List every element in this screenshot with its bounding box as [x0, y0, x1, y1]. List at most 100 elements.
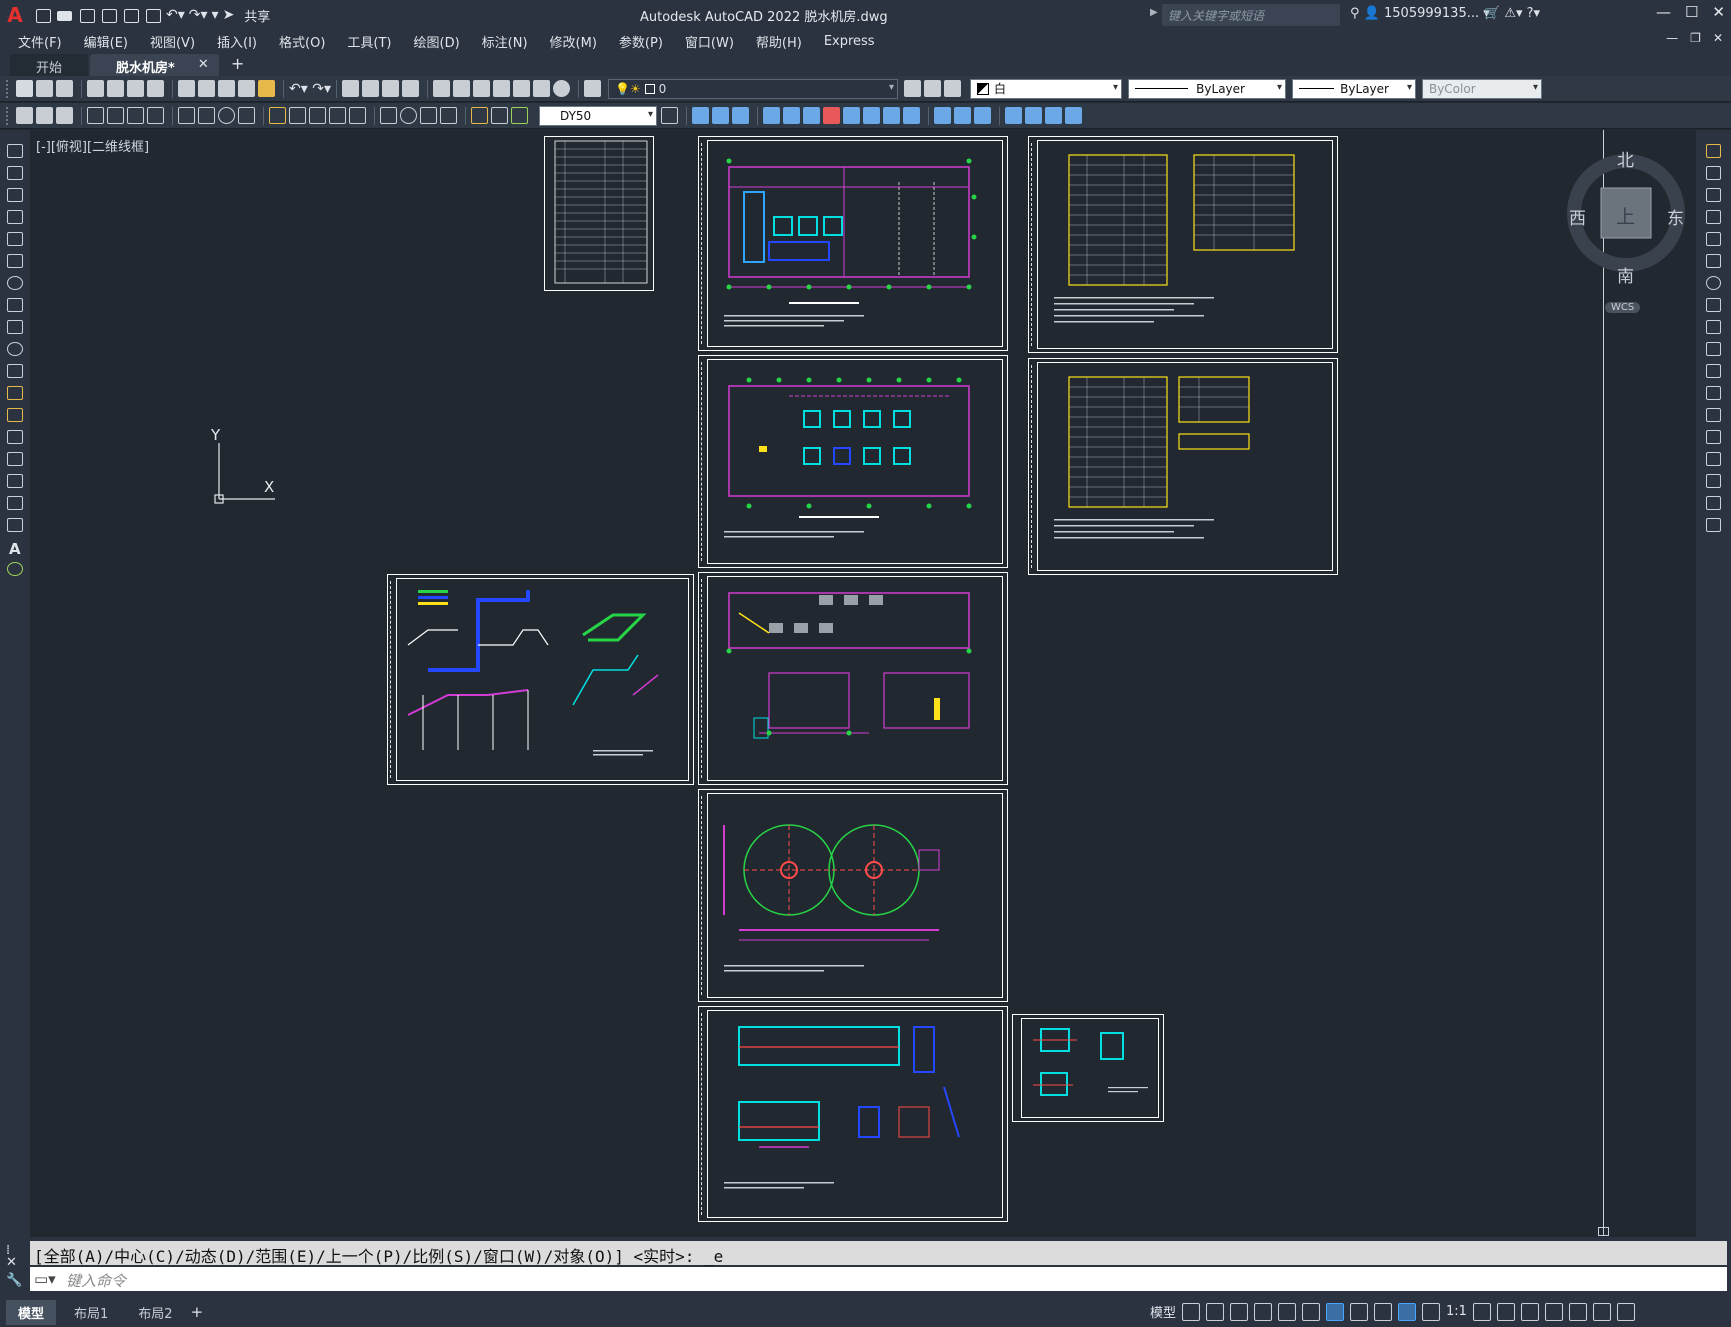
command-input[interactable]: ▭▾ 键入命令 — [30, 1267, 1727, 1291]
explode-icon[interactable] — [1706, 518, 1721, 532]
baseline-dim-icon[interactable] — [289, 107, 306, 124]
blend-curves-icon[interactable] — [1706, 496, 1721, 510]
help-toolbar-icon[interactable] — [552, 80, 570, 97]
quick-properties-icon[interactable] — [1544, 1302, 1563, 1321]
dim-style-icon[interactable] — [56, 107, 73, 124]
color-dropdown[interactable]: 白 ▾ — [969, 78, 1122, 99]
block-editor-icon[interactable] — [258, 80, 275, 97]
customize-command-icon[interactable]: 🔧 — [6, 1273, 22, 1288]
hardware-acceleration-icon[interactable] — [1568, 1302, 1587, 1321]
save-icon[interactable] — [56, 80, 73, 97]
dim-text-edit-icon[interactable] — [491, 107, 508, 124]
command-prompt-icon[interactable]: ▭▾ — [34, 1270, 56, 1288]
object-snap-icon[interactable] — [1326, 1302, 1345, 1321]
erase-icon[interactable] — [1706, 144, 1721, 158]
construction-line-icon[interactable] — [7, 166, 23, 180]
table-icon[interactable] — [7, 518, 23, 532]
command-close-icon[interactable]: ✕ — [6, 1255, 17, 1270]
dim-edit-icon[interactable] — [471, 107, 488, 124]
ortho-icon[interactable] — [1230, 1302, 1249, 1321]
ungroup-icon[interactable] — [1065, 107, 1082, 124]
dim-update-2-icon[interactable] — [511, 107, 528, 124]
spline-icon[interactable] — [7, 320, 23, 334]
tool-palettes-icon[interactable] — [472, 80, 490, 97]
new-tab-icon[interactable]: + — [231, 54, 244, 73]
tab-start[interactable]: 开始 — [10, 54, 89, 76]
toolbar-grip[interactable] — [6, 106, 10, 125]
customize-icon[interactable]: ▾ — [212, 7, 219, 23]
quick-dim-icon[interactable] — [269, 107, 286, 124]
autodesk-icon[interactable]: ⚠▾ — [1504, 6, 1522, 21]
copy-object-icon[interactable] — [692, 107, 709, 124]
drawing-sheet-details[interactable] — [698, 1006, 1008, 1222]
compass-east-label[interactable]: 东 — [1667, 204, 1684, 229]
drawing-sheet-floor-plan[interactable] — [698, 136, 1008, 351]
chamfer-icon[interactable] — [954, 107, 971, 124]
layer-states-icon[interactable] — [943, 80, 961, 97]
design-center-icon[interactable] — [452, 80, 470, 97]
trim-icon[interactable] — [1706, 342, 1721, 356]
add-layout-icon[interactable]: + — [191, 1303, 204, 1321]
cube-top-face[interactable]: 上 — [1616, 202, 1635, 229]
rectangle-icon[interactable] — [7, 232, 23, 246]
dimstyle-dropdown[interactable]: DY50 ▾ — [539, 105, 657, 126]
sheet-set-icon[interactable] — [492, 80, 510, 97]
center-mark-icon[interactable] — [400, 107, 417, 124]
viewport-grip[interactable] — [1598, 1227, 1609, 1236]
compass-north-label[interactable]: 北 — [1617, 146, 1634, 171]
clean-screen-icon[interactable] — [1592, 1302, 1611, 1321]
menu-express[interactable]: Express — [824, 34, 875, 49]
publish-icon[interactable] — [127, 80, 144, 97]
linetype-dropdown[interactable]: ByLayer ▾ — [1127, 78, 1286, 99]
menu-draw[interactable]: 绘图(D) — [414, 32, 460, 51]
add-selected-icon[interactable] — [7, 562, 23, 576]
make-current-layer-icon[interactable] — [903, 80, 921, 97]
properties-icon[interactable] — [432, 80, 450, 97]
point-icon[interactable] — [7, 430, 23, 444]
plotstyle-dropdown[interactable]: ByColor ▾ — [1421, 78, 1542, 99]
calculator-icon[interactable] — [532, 80, 550, 97]
preview-icon[interactable] — [107, 80, 124, 97]
extend-icon[interactable] — [1706, 364, 1721, 378]
open-icon[interactable] — [36, 80, 53, 97]
stretch-icon[interactable] — [1706, 320, 1721, 334]
join-icon[interactable] — [934, 107, 951, 124]
search-icon[interactable]: ⚲ — [1350, 6, 1360, 21]
export-icon[interactable] — [122, 7, 140, 23]
menu-file[interactable]: 文件(F) — [18, 32, 62, 51]
insert-block-icon[interactable] — [7, 386, 23, 400]
undo-toolbar-icon[interactable]: ↶▾ ↷▾ — [289, 81, 331, 97]
ordinate-dim-icon[interactable] — [147, 107, 164, 124]
undo-icon[interactable]: ↶▾ — [166, 7, 185, 23]
snap-icon[interactable] — [1206, 1302, 1225, 1321]
rotate-icon[interactable] — [803, 107, 820, 124]
dim-style-manager-icon[interactable] — [661, 107, 678, 124]
move-icon[interactable] — [783, 107, 800, 124]
blend-icon[interactable] — [1025, 107, 1042, 124]
ellipse-arc-icon[interactable] — [7, 364, 23, 378]
mirror-icon[interactable] — [1706, 188, 1721, 202]
move-icon[interactable] — [1706, 254, 1721, 268]
doc-restore-icon[interactable]: ❐ — [1690, 31, 1701, 45]
print-icon[interactable] — [87, 80, 104, 97]
mirror-icon[interactable] — [712, 107, 729, 124]
scale-icon[interactable] — [823, 107, 840, 124]
lineweight-icon[interactable] — [1350, 1302, 1369, 1321]
dim-update-icon[interactable] — [16, 107, 33, 124]
menu-parametric[interactable]: 参数(P) — [619, 32, 663, 51]
3d-print-icon[interactable] — [147, 80, 164, 97]
continue-dim-icon[interactable] — [309, 107, 326, 124]
search-expand-icon[interactable]: ▶ — [1150, 7, 1158, 18]
annotation-monitor-icon[interactable] — [1496, 1302, 1515, 1321]
arc-length-icon[interactable] — [127, 107, 144, 124]
pan-icon[interactable] — [341, 80, 359, 97]
inspect-icon[interactable] — [420, 107, 437, 124]
zoom-realtime-icon[interactable] — [361, 80, 379, 97]
share-icon[interactable]: ➤ — [223, 7, 235, 23]
markup-icon[interactable] — [512, 80, 530, 97]
lineweight-dropdown[interactable]: ByLayer ▾ — [1291, 78, 1416, 99]
menu-help[interactable]: 帮助(H) — [756, 32, 802, 51]
search-input[interactable]: 键入关键字或短语 — [1162, 4, 1340, 26]
dim-break-icon[interactable] — [349, 107, 366, 124]
drawing-viewport[interactable]: [-][俯视][二维线框] Y X 北 南 西 东 上 WCS — [30, 130, 1696, 1237]
